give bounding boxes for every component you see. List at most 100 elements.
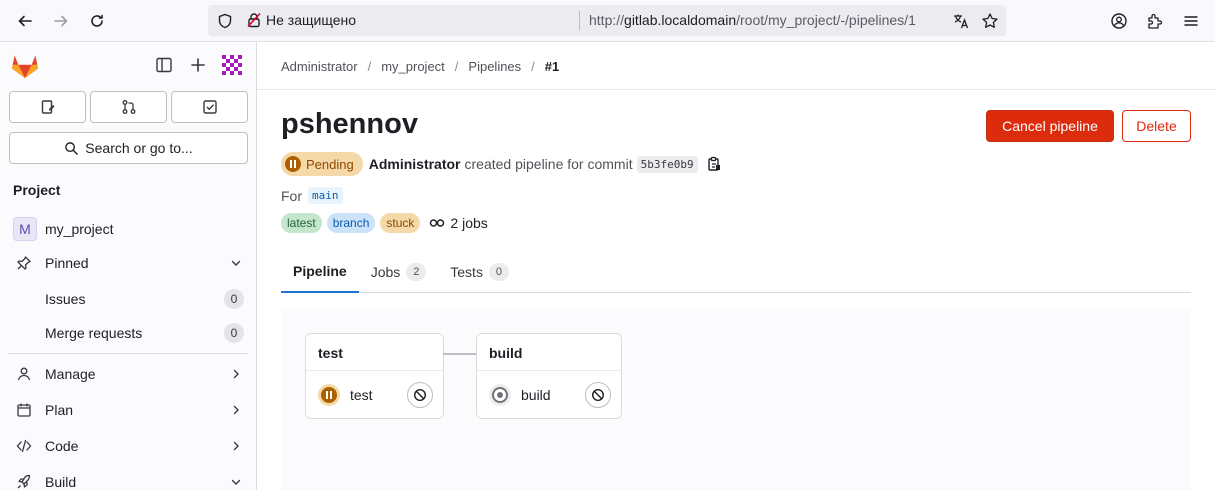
sidebar-item-project[interactable]: M my_project bbox=[0, 214, 256, 244]
stage-test: test test bbox=[305, 333, 444, 419]
page-title: pshennov bbox=[281, 108, 418, 140]
created-status-icon bbox=[489, 384, 511, 406]
breadcrumb-item[interactable]: Pipelines bbox=[468, 59, 521, 74]
url-text[interactable]: http://gitlab.localdomain/root/my_projec… bbox=[589, 12, 916, 28]
manage-icon bbox=[16, 366, 32, 382]
sidebar-item-merge-requests[interactable]: Merge requests 0 bbox=[0, 318, 256, 348]
cancel-pipeline-button[interactable]: Cancel pipeline bbox=[986, 110, 1114, 142]
arrow-left-icon bbox=[18, 15, 32, 27]
chevron-right-icon bbox=[233, 441, 239, 451]
cancel-job-button[interactable] bbox=[585, 382, 611, 408]
tab-label: Tests bbox=[450, 263, 483, 280]
breadcrumb: Administrator / my_project / Pipelines /… bbox=[281, 59, 559, 74]
tag-latest: latest bbox=[281, 213, 322, 233]
breadcrumb-separator: / bbox=[454, 59, 459, 74]
sidebar-item-code[interactable]: Code bbox=[0, 431, 256, 461]
breadcrumb-separator: / bbox=[531, 59, 535, 74]
delete-button[interactable]: Delete bbox=[1122, 110, 1191, 142]
address-bar[interactable]: Не защищено http://gitlab.localdomain/ro… bbox=[208, 5, 1006, 36]
breadcrumb-current[interactable]: #1 bbox=[545, 59, 559, 74]
merge-requests-count-badge: 0 bbox=[224, 323, 244, 343]
jobs-count: 2 jobs bbox=[429, 215, 488, 231]
breadcrumb-item[interactable]: Administrator bbox=[281, 59, 358, 74]
status-badge[interactable]: Pending bbox=[281, 152, 363, 176]
reload-button[interactable] bbox=[84, 8, 110, 34]
sidebar-item-label: Manage bbox=[45, 366, 96, 382]
sidebar-divider bbox=[8, 353, 248, 354]
breadcrumb-separator: / bbox=[367, 59, 372, 74]
left-sidebar: Search or go to... Project M my_project … bbox=[0, 42, 257, 490]
todos-quick-button[interactable] bbox=[171, 91, 248, 123]
status-label: Pending bbox=[306, 156, 354, 172]
branch-ref[interactable]: main bbox=[308, 187, 343, 204]
chevron-right-icon bbox=[233, 405, 239, 415]
sidebar-item-manage[interactable]: Manage bbox=[0, 359, 256, 389]
arrow-right-icon bbox=[54, 15, 68, 27]
insecure-lock-icon[interactable] bbox=[246, 12, 262, 28]
sidebar-item-label: Pinned bbox=[45, 255, 89, 271]
sidebar-item-plan[interactable]: Plan bbox=[0, 395, 256, 425]
pending-status-icon bbox=[285, 156, 301, 172]
forward-button[interactable] bbox=[48, 8, 74, 34]
tab-label: Jobs bbox=[370, 263, 401, 280]
commit-sha[interactable]: 5b3fe0b9 bbox=[636, 155, 698, 173]
pipeline-icon bbox=[430, 219, 445, 227]
cancel-job-button[interactable] bbox=[407, 382, 433, 408]
user-avatar[interactable] bbox=[219, 52, 245, 78]
menu-icon[interactable] bbox=[1182, 12, 1200, 30]
merge-requests-quick-button[interactable] bbox=[90, 91, 167, 123]
ref-row: For main bbox=[281, 187, 343, 204]
chevron-down-icon bbox=[231, 479, 241, 485]
browser-toolbar: Не защищено http://gitlab.localdomain/ro… bbox=[0, 0, 1215, 42]
pipeline-tabs: Pipeline Jobs 2 Tests 0 bbox=[281, 250, 1191, 293]
tab-pipeline[interactable]: Pipeline bbox=[281, 250, 359, 293]
sidebar-section-title: Project bbox=[13, 182, 61, 198]
breadcrumb-item[interactable]: my_project bbox=[381, 59, 445, 74]
stage-divider bbox=[306, 370, 443, 371]
bookmark-star-icon[interactable] bbox=[981, 12, 999, 30]
sidebar-item-build[interactable]: Build bbox=[0, 467, 256, 490]
translate-icon[interactable] bbox=[952, 12, 970, 30]
reload-icon bbox=[91, 14, 103, 27]
plus-icon[interactable] bbox=[189, 56, 207, 74]
merge-request-icon bbox=[122, 100, 135, 114]
job-test[interactable]: test bbox=[318, 384, 373, 406]
search-label: Search or go to... bbox=[85, 140, 193, 156]
sidebar-item-label: Plan bbox=[45, 402, 74, 418]
for-label: For bbox=[281, 187, 302, 204]
extensions-icon[interactable] bbox=[1146, 12, 1164, 30]
sidebar-item-label: my_project bbox=[45, 221, 114, 237]
issues-icon bbox=[41, 100, 54, 114]
tag-stuck[interactable]: stuck bbox=[380, 213, 421, 233]
chevron-down-icon bbox=[231, 260, 241, 266]
account-icon[interactable] bbox=[1110, 12, 1128, 30]
tab-tests[interactable]: Tests 0 bbox=[438, 250, 521, 293]
jobs-count-label: 2 jobs bbox=[450, 215, 488, 231]
header-divider bbox=[257, 89, 1215, 90]
pipeline-tags: latest branch stuck 2 jobs bbox=[281, 213, 488, 233]
sidebar-toggle-icon[interactable] bbox=[155, 56, 173, 74]
sidebar-item-issues[interactable]: Issues 0 bbox=[0, 284, 256, 314]
stage-connector bbox=[443, 353, 476, 355]
plan-icon bbox=[16, 402, 32, 418]
pipeline-graph: test test build build bbox=[281, 309, 1191, 490]
project-avatar: M bbox=[13, 217, 37, 241]
copy-icon[interactable] bbox=[706, 156, 722, 172]
issues-quick-button[interactable] bbox=[9, 91, 86, 123]
url-separator bbox=[579, 11, 580, 30]
tag-branch: branch bbox=[326, 213, 376, 233]
url-path: /root/my_project/-/pipelines/1 bbox=[736, 12, 916, 28]
author-name[interactable]: Administrator bbox=[369, 156, 461, 172]
chevron-right-icon bbox=[233, 369, 239, 379]
gitlab-logo-icon[interactable] bbox=[10, 52, 40, 80]
search-button[interactable]: Search or go to... bbox=[9, 132, 248, 164]
stage-divider bbox=[477, 370, 621, 371]
sidebar-item-pinned[interactable]: Pinned bbox=[0, 248, 256, 278]
url-host: gitlab.localdomain bbox=[624, 12, 737, 28]
insecure-label[interactable]: Не защищено bbox=[266, 12, 356, 28]
main-content: Administrator / my_project / Pipelines /… bbox=[257, 42, 1215, 490]
back-button[interactable] bbox=[12, 8, 38, 34]
shield-icon[interactable] bbox=[217, 13, 233, 29]
tab-jobs[interactable]: Jobs 2 bbox=[359, 250, 439, 293]
job-build[interactable]: build bbox=[489, 384, 551, 406]
